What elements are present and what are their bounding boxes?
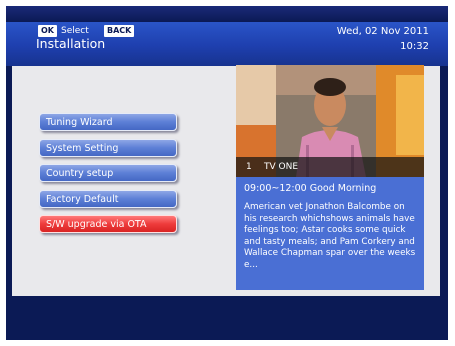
program-title: Good Morning <box>309 183 377 194</box>
menu-item-label: Factory Default <box>46 193 119 205</box>
menu-item-sw-upgrade-ota[interactable]: S/W upgrade via OTA <box>39 215 177 233</box>
video-preview: 1 TV ONE <box>236 65 424 177</box>
ok-key-icon: OK <box>38 25 57 37</box>
menu-item-tuning-wizard[interactable]: Tuning Wizard <box>39 113 177 131</box>
date-label: Wed, 02 Nov 2011 <box>336 26 429 37</box>
menu-item-factory-default[interactable]: Factory Default <box>39 189 177 208</box>
program-time: 09:00~12:00 <box>244 183 307 194</box>
time-label: 10:32 <box>400 41 429 52</box>
footer-bar <box>6 296 448 340</box>
program-time-title: 09:00~12:00 Good Morning <box>244 183 376 194</box>
menu-item-country-setup[interactable]: Country setup <box>39 164 177 182</box>
page-title: Installation <box>36 36 106 51</box>
channel-number: 1 <box>246 162 252 172</box>
menu-item-label: System Setting <box>46 142 119 154</box>
back-key-icon: BACK <box>104 25 135 37</box>
installation-menu: Tuning Wizard System Setting Country set… <box>39 113 183 241</box>
channel-bar: 1 TV ONE <box>236 157 424 177</box>
program-description: American vet Jonathon Balcombe on his re… <box>244 202 416 270</box>
top-border <box>6 6 448 22</box>
select-label: Select <box>61 26 89 36</box>
menu-item-label: Tuning Wizard <box>46 117 113 128</box>
channel-name: TV ONE <box>264 162 299 172</box>
menu-item-system-setting[interactable]: System Setting <box>39 138 177 157</box>
menu-item-label: Country setup <box>46 168 114 179</box>
menu-item-label: S/W upgrade via OTA <box>46 219 147 230</box>
program-info-panel: 09:00~12:00 Good Morning American vet Jo… <box>236 177 424 290</box>
